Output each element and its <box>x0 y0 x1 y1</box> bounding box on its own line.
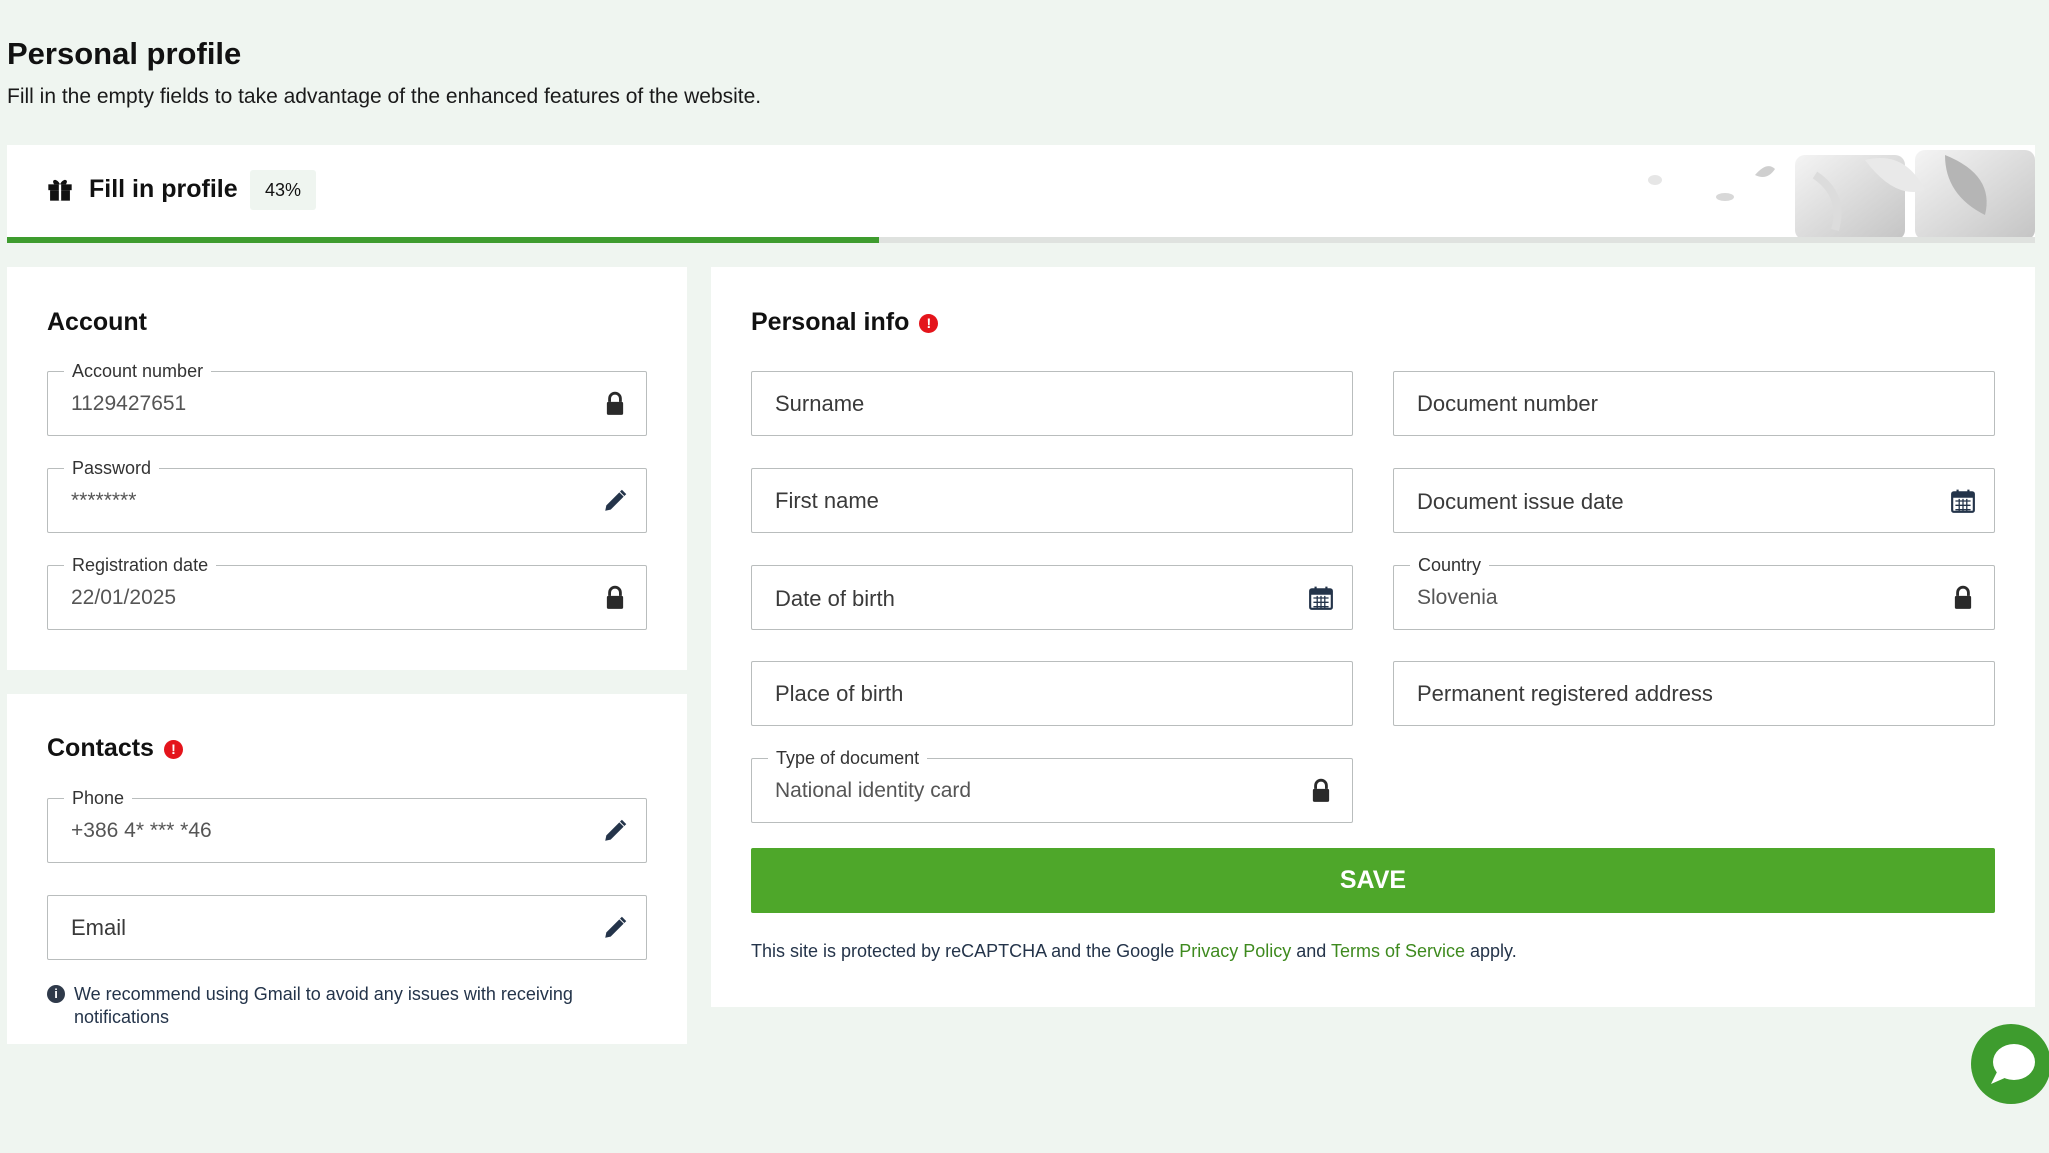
info-icon: i <box>47 985 65 1003</box>
password-value: ******** <box>71 489 137 512</box>
chat-bubble-icon <box>1991 1044 2035 1084</box>
registration-date-label: Registration date <box>64 554 217 576</box>
personal-info-card: Personal info! Surname First name Date o… <box>711 267 2035 1007</box>
personal-info-title: Personal info! <box>751 308 939 337</box>
account-card: Account Account number 1129427651 Passwo… <box>7 267 687 670</box>
date-of-birth-field[interactable]: Date of birth <box>751 565 1353 630</box>
progress-fill <box>7 237 880 243</box>
account-number-value: 1129427651 <box>71 392 187 415</box>
gift-decoration-image <box>1648 150 2035 237</box>
lock-icon <box>1954 585 1972 609</box>
registration-date-field: Registration date 22/01/2025 <box>47 554 647 630</box>
alert-icon: ! <box>163 740 183 759</box>
first-name-placeholder: First name <box>775 488 879 513</box>
document-number-placeholder: Document number <box>1417 391 1598 416</box>
progress-track <box>7 237 2035 243</box>
surname-field[interactable]: Surname <box>751 371 1353 436</box>
document-issue-date-field[interactable]: Document issue date <box>1393 468 1995 533</box>
account-number-label: Account number <box>64 360 212 382</box>
document-type-label: Type of document <box>768 747 928 769</box>
note-text: We recommend using Gmail to avoid any is… <box>74 984 573 1027</box>
permanent-address-field[interactable]: Permanent registered address <box>1393 661 1995 726</box>
password-label: Password <box>64 457 160 479</box>
profile-progress-banner: Fill in profile 43% <box>7 145 2035 243</box>
gmail-recommendation-note: i We recommend using Gmail to avoid any … <box>47 983 647 1029</box>
personal-info-title-text: Personal info <box>751 308 910 336</box>
progress-label: Fill in profile <box>89 175 238 203</box>
alert-icon: ! <box>919 314 939 333</box>
progress-percent-badge: 43% <box>250 170 317 210</box>
country-value: Slovenia <box>1417 586 1498 609</box>
page-subtitle: Fill in the empty fields to take advanta… <box>7 85 762 108</box>
chat-button[interactable] <box>1971 1024 2049 1104</box>
document-number-field[interactable]: Document number <box>1393 371 1995 436</box>
document-type-field: Type of document National identity card <box>751 747 1353 823</box>
registration-date-value: 22/01/2025 <box>71 586 177 609</box>
place-of-birth-placeholder: Place of birth <box>775 681 904 706</box>
phone-value: +386 4* *** *46 <box>71 819 212 842</box>
recaptcha-notice: This site is protected by reCAPTCHA and … <box>751 941 1517 962</box>
password-field[interactable]: Password ******** <box>47 457 647 533</box>
account-number-field: Account number 1129427651 <box>47 360 647 436</box>
save-button[interactable]: SAVE <box>751 848 1995 913</box>
calendar-icon[interactable] <box>1950 488 1976 514</box>
pencil-icon[interactable] <box>602 818 628 844</box>
page-title: Personal profile <box>7 36 242 71</box>
terms-of-service-link[interactable]: Terms of Service <box>1331 941 1465 961</box>
phone-field[interactable]: Phone +386 4* *** *46 <box>47 787 647 863</box>
privacy-policy-link[interactable]: Privacy Policy <box>1179 941 1291 961</box>
recaptcha-and: and <box>1291 941 1331 961</box>
document-issue-date-placeholder: Document issue date <box>1417 489 1624 514</box>
contacts-title: Contacts! <box>47 734 183 763</box>
phone-label: Phone <box>64 787 133 809</box>
country-field: Country Slovenia <box>1393 554 1995 630</box>
first-name-field[interactable]: First name <box>751 468 1353 533</box>
pencil-icon[interactable] <box>602 488 628 514</box>
contacts-card: Contacts! Phone +386 4* *** *46 Email i … <box>7 694 687 1044</box>
recaptcha-prefix: This site is protected by reCAPTCHA and … <box>751 941 1180 961</box>
date-of-birth-placeholder: Date of birth <box>775 586 895 611</box>
lock-icon <box>606 585 624 609</box>
calendar-icon[interactable] <box>1308 585 1334 611</box>
gift-icon <box>48 179 72 201</box>
document-type-value: National identity card <box>775 779 972 802</box>
country-label: Country <box>1410 554 1490 576</box>
email-placeholder: Email <box>71 915 127 940</box>
contacts-title-text: Contacts <box>47 734 154 762</box>
surname-placeholder: Surname <box>775 391 865 416</box>
permanent-address-placeholder: Permanent registered address <box>1417 681 1713 706</box>
pencil-icon[interactable] <box>602 915 628 941</box>
recaptcha-suffix: apply. <box>1465 941 1517 961</box>
account-title: Account <box>47 308 147 336</box>
lock-icon <box>606 391 624 415</box>
place-of-birth-field[interactable]: Place of birth <box>751 661 1353 726</box>
lock-icon <box>1312 778 1330 802</box>
email-field[interactable]: Email <box>47 895 647 960</box>
